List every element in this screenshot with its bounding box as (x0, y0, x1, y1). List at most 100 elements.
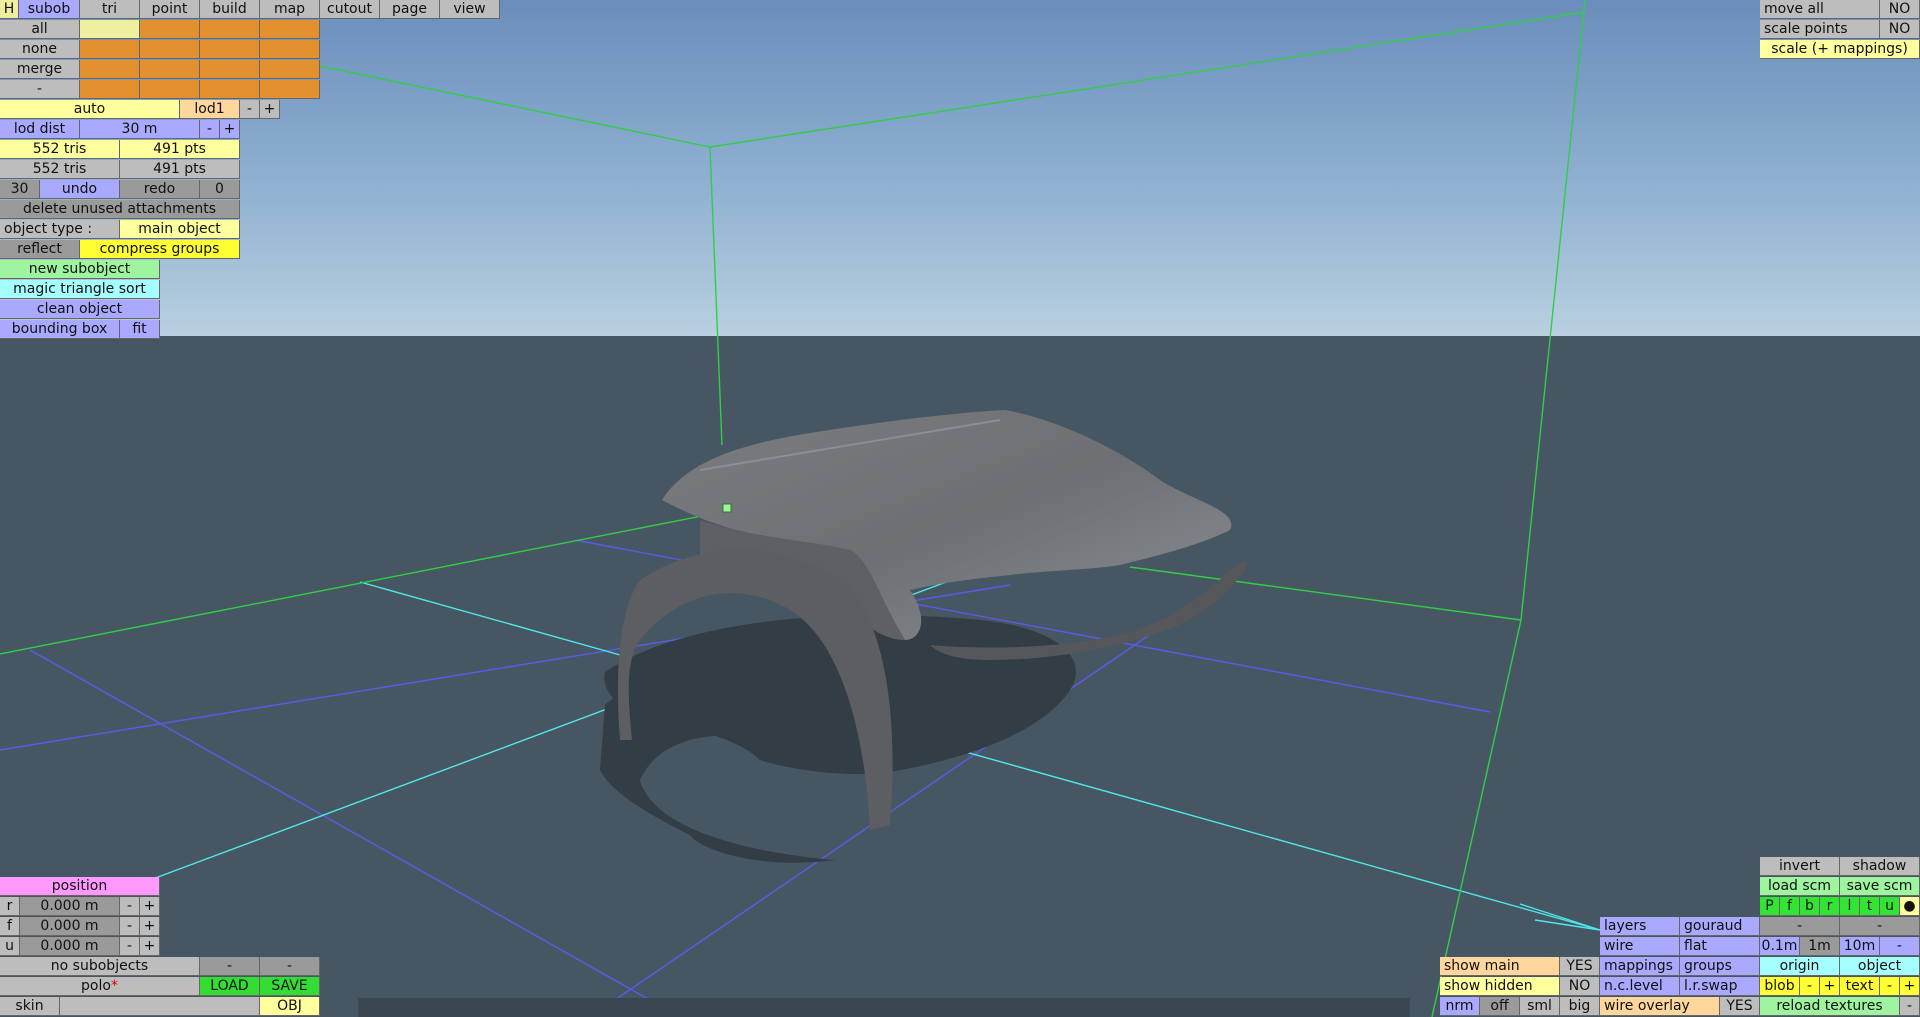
subobjects-minus-button[interactable]: - (200, 957, 260, 976)
lod-level-button[interactable]: lod1 (180, 100, 240, 119)
view-right-button[interactable]: r (1820, 897, 1840, 916)
subobject-slot[interactable] (140, 20, 200, 39)
reload-minus-button[interactable]: - (1900, 997, 1920, 1016)
grid-10m-button[interactable]: 10m (1840, 937, 1880, 956)
lr-swap-button[interactable]: l.r.swap (1680, 977, 1760, 996)
object-type-select[interactable]: main object (120, 220, 240, 239)
text-plus-button[interactable]: + (1900, 977, 1920, 996)
tab-cutout[interactable]: cutout (320, 0, 380, 19)
save-scm-button[interactable]: save scm (1840, 877, 1920, 896)
view-top-button[interactable]: t (1860, 897, 1880, 916)
subobject-slot[interactable] (80, 80, 140, 99)
groups-button[interactable]: groups (1680, 957, 1760, 976)
move-all-toggle[interactable]: NO (1880, 0, 1920, 19)
subobject-slot[interactable] (260, 20, 320, 39)
position-r-minus-button[interactable]: - (120, 897, 140, 916)
view-back-button[interactable]: b (1800, 897, 1820, 916)
grid-1m-button[interactable]: 1m (1800, 937, 1840, 956)
size-off-button[interactable]: off (1480, 997, 1520, 1016)
lod-dist-minus-button[interactable]: - (200, 120, 220, 139)
tab-map[interactable]: map (260, 0, 320, 19)
text-button[interactable]: text (1840, 977, 1880, 996)
reflect-button[interactable]: reflect (0, 240, 80, 259)
scale-mappings-button[interactable]: scale (+ mappings) (1760, 40, 1920, 59)
subobject-slot[interactable] (200, 80, 260, 99)
redo-button[interactable]: redo (120, 180, 200, 199)
mappings-button[interactable]: mappings (1600, 957, 1680, 976)
view-front-button[interactable]: f (1780, 897, 1800, 916)
view-left-button[interactable]: l (1840, 897, 1860, 916)
lod-dist-plus-button[interactable]: + (220, 120, 240, 139)
tab-subob[interactable]: subob (19, 0, 80, 19)
text-minus-button[interactable]: - (1880, 977, 1900, 996)
origin-button[interactable]: origin (1760, 957, 1840, 976)
size-sml-button[interactable]: sml (1520, 997, 1560, 1016)
view-perspective-button[interactable]: P (1760, 897, 1780, 916)
subobject-slot[interactable] (80, 20, 140, 39)
blob-minus-button[interactable]: - (1800, 977, 1820, 996)
lod-auto-button[interactable]: auto (0, 100, 180, 119)
select-minus-button[interactable]: - (0, 80, 80, 99)
subobjects-minus-button-2[interactable]: - (260, 957, 320, 976)
blob-button[interactable]: blob (1760, 977, 1800, 996)
invert-button[interactable]: invert (1760, 857, 1840, 876)
subobject-slot[interactable] (200, 60, 260, 79)
position-f-value[interactable]: 0.000 m (20, 917, 120, 936)
gouraud-button[interactable]: gouraud (1680, 917, 1760, 936)
subobject-slot[interactable] (80, 60, 140, 79)
flat-button[interactable]: flat (1680, 937, 1760, 956)
select-all-button[interactable]: all (0, 20, 80, 39)
tab-build[interactable]: build (200, 0, 260, 19)
reload-textures-button[interactable]: reload textures (1760, 997, 1900, 1016)
scale-points-toggle[interactable]: NO (1880, 20, 1920, 39)
tab-point[interactable]: point (140, 0, 200, 19)
tab-view[interactable]: view (440, 0, 500, 19)
shadow-button[interactable]: shadow (1840, 857, 1920, 876)
position-f-plus-button[interactable]: + (140, 917, 160, 936)
lod-minus-button[interactable]: - (240, 100, 260, 119)
skin-field[interactable] (60, 997, 260, 1016)
show-main-toggle[interactable]: YES (1560, 957, 1600, 976)
file-name[interactable]: polo* (0, 977, 200, 996)
tab-page[interactable]: page (380, 0, 440, 19)
undo-button[interactable]: undo (40, 180, 120, 199)
nc-level-button[interactable]: n.c.level (1600, 977, 1680, 996)
position-u-plus-button[interactable]: + (140, 937, 160, 956)
dot-icon[interactable]: ● (1900, 897, 1920, 916)
grid-0-1m-button[interactable]: 0.1m (1760, 937, 1800, 956)
subobject-slot[interactable] (140, 80, 200, 99)
3d-viewport[interactable] (0, 0, 1920, 1017)
wire-button[interactable]: wire (1600, 937, 1680, 956)
compress-groups-button[interactable]: compress groups (80, 240, 240, 259)
wire-overlay-toggle[interactable]: YES (1720, 997, 1760, 1016)
subobject-slot[interactable] (260, 80, 320, 99)
grid-minus-button[interactable]: - (1760, 917, 1840, 936)
save-button[interactable]: SAVE (260, 977, 320, 996)
merge-button[interactable]: merge (0, 60, 80, 79)
view-under-button[interactable]: u (1880, 897, 1900, 916)
delete-unused-attachments-button[interactable]: delete unused attachments (0, 200, 240, 219)
grid-minus-button-2[interactable]: - (1840, 917, 1920, 936)
subobject-slot[interactable] (140, 40, 200, 59)
tab-tri[interactable]: tri (80, 0, 140, 19)
load-button[interactable]: LOAD (200, 977, 260, 996)
help-button[interactable]: H (0, 0, 19, 19)
object-button[interactable]: object (1840, 957, 1920, 976)
fit-button[interactable]: fit (120, 320, 160, 339)
position-f-minus-button[interactable]: - (120, 917, 140, 936)
subobject-slot[interactable] (140, 60, 200, 79)
select-none-button[interactable]: none (0, 40, 80, 59)
load-scm-button[interactable]: load scm (1760, 877, 1840, 896)
clean-object-button[interactable]: clean object (0, 300, 160, 319)
position-u-value[interactable]: 0.000 m (20, 937, 120, 956)
size-nrm-button[interactable]: nrm (1440, 997, 1480, 1016)
position-r-value[interactable]: 0.000 m (20, 897, 120, 916)
subobject-slot[interactable] (200, 20, 260, 39)
subobject-slot[interactable] (260, 60, 320, 79)
lod-plus-button[interactable]: + (260, 100, 280, 119)
bounding-box-button[interactable]: bounding box (0, 320, 120, 339)
subobject-slot[interactable] (260, 40, 320, 59)
obj-button[interactable]: OBJ (260, 997, 320, 1016)
layers-button[interactable]: layers (1600, 917, 1680, 936)
subobject-slot[interactable] (200, 40, 260, 59)
